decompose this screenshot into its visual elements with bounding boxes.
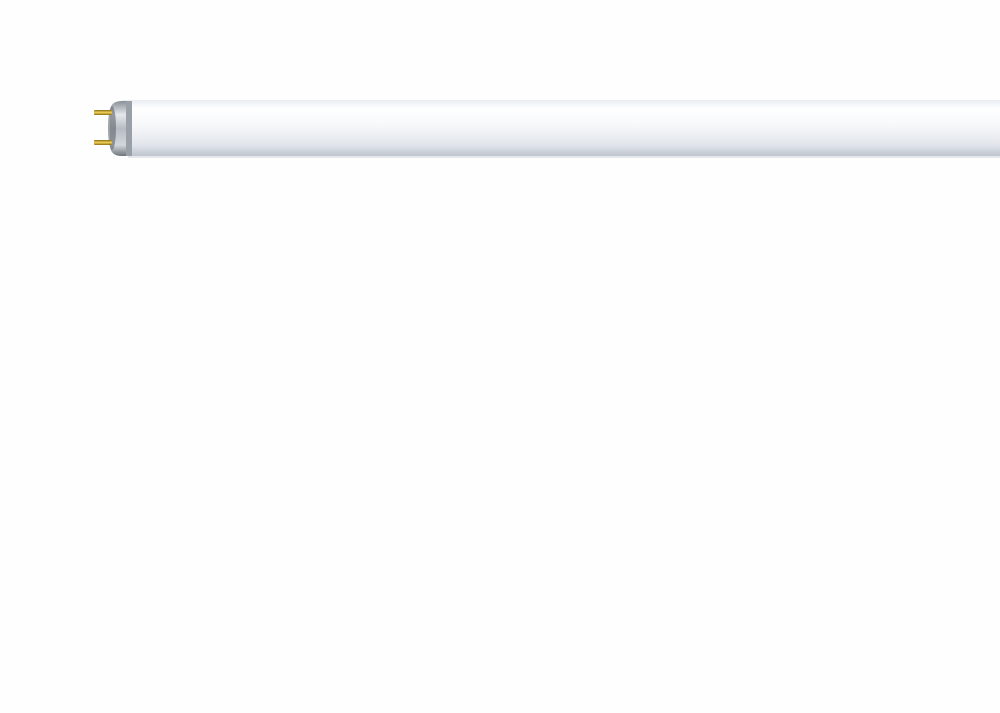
tube-glass <box>122 100 1000 156</box>
end-cap <box>108 101 132 156</box>
fluorescent-tube-lamp <box>94 100 1000 158</box>
product-photo <box>0 0 1000 713</box>
